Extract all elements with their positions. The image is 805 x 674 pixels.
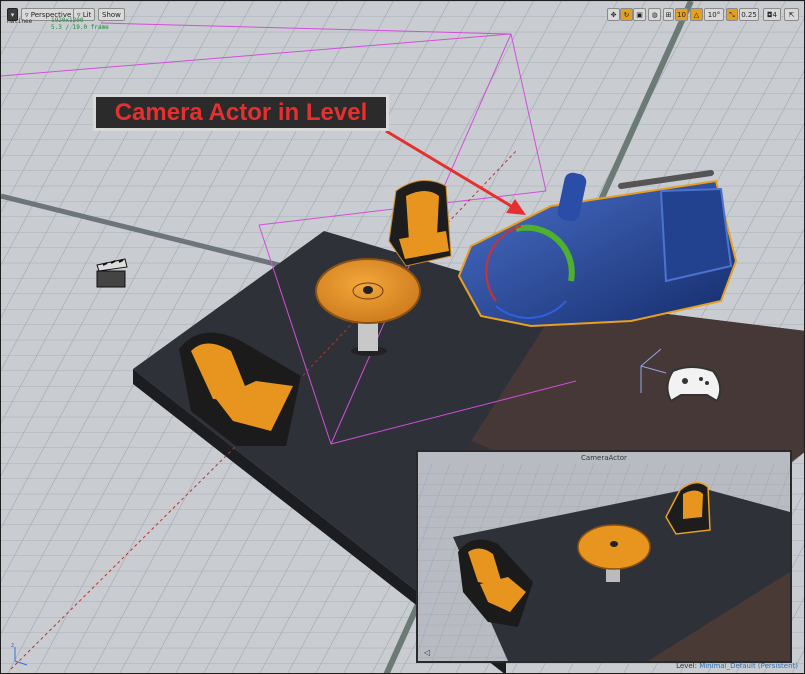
rotate-icon: ↻ [623, 11, 630, 19]
rotation-snap-toggle[interactable]: △ [690, 8, 703, 21]
chair-back[interactable] [388, 180, 452, 267]
maximize-viewport-button[interactable]: ⇱ [784, 8, 799, 21]
level-status: Level: Minimal_Default (Persistent) [676, 662, 798, 670]
lit-label: Lit [82, 11, 92, 19]
surface-snap-button[interactable]: ⊞ [663, 8, 674, 21]
scale-snap-toggle[interactable]: ⤡ [726, 8, 738, 21]
rotation-snap-value[interactable]: 10° [704, 8, 724, 21]
move-icon: ✥ [610, 11, 617, 19]
scale-snap-value[interactable]: 0.25 [739, 8, 759, 21]
grid-snap-value[interactable]: 10 [675, 8, 688, 21]
show-button[interactable]: Show [98, 8, 125, 21]
scale-snap-icon: ⤡ [729, 11, 735, 19]
level-value: Minimal_Default (Persistent) [699, 662, 798, 670]
frame-time-stat: 5.3 / 19.0 frame [51, 24, 109, 31]
camera-preview-window[interactable]: CameraActor ◁ [416, 450, 792, 663]
preview-speaker-icon[interactable]: ◁ [424, 648, 430, 657]
angle-icon: △ [693, 11, 700, 19]
globe-icon: ◍ [651, 11, 658, 19]
viewport-label: Matinee [7, 18, 33, 25]
svg-text:z: z [11, 642, 14, 649]
level-viewport[interactable]: z ▾ ▿ Perspective ▿ Lit Show 1920x1200 5… [0, 0, 805, 674]
maximize-icon: ⇱ [788, 11, 795, 19]
surface-snap-icon: ⊞ [665, 11, 672, 19]
gamepad-icon[interactable] [666, 366, 722, 403]
resolution-stat: 1920x1200 [51, 17, 84, 24]
camera-speed-button[interactable]: ◘4 [763, 8, 781, 21]
world-local-button[interactable]: ◍ [648, 8, 661, 21]
show-label: Show [102, 11, 121, 19]
scale-tool-button[interactable]: ▣ [633, 8, 646, 21]
translate-tool-button[interactable]: ✥ [607, 8, 620, 21]
rotate-tool-button[interactable]: ↻ [620, 8, 633, 21]
callout-label: Camera Actor in Level [93, 94, 389, 131]
level-label: Level: [676, 662, 697, 670]
preview-scene [418, 464, 790, 661]
scale-icon: ▣ [636, 11, 643, 19]
